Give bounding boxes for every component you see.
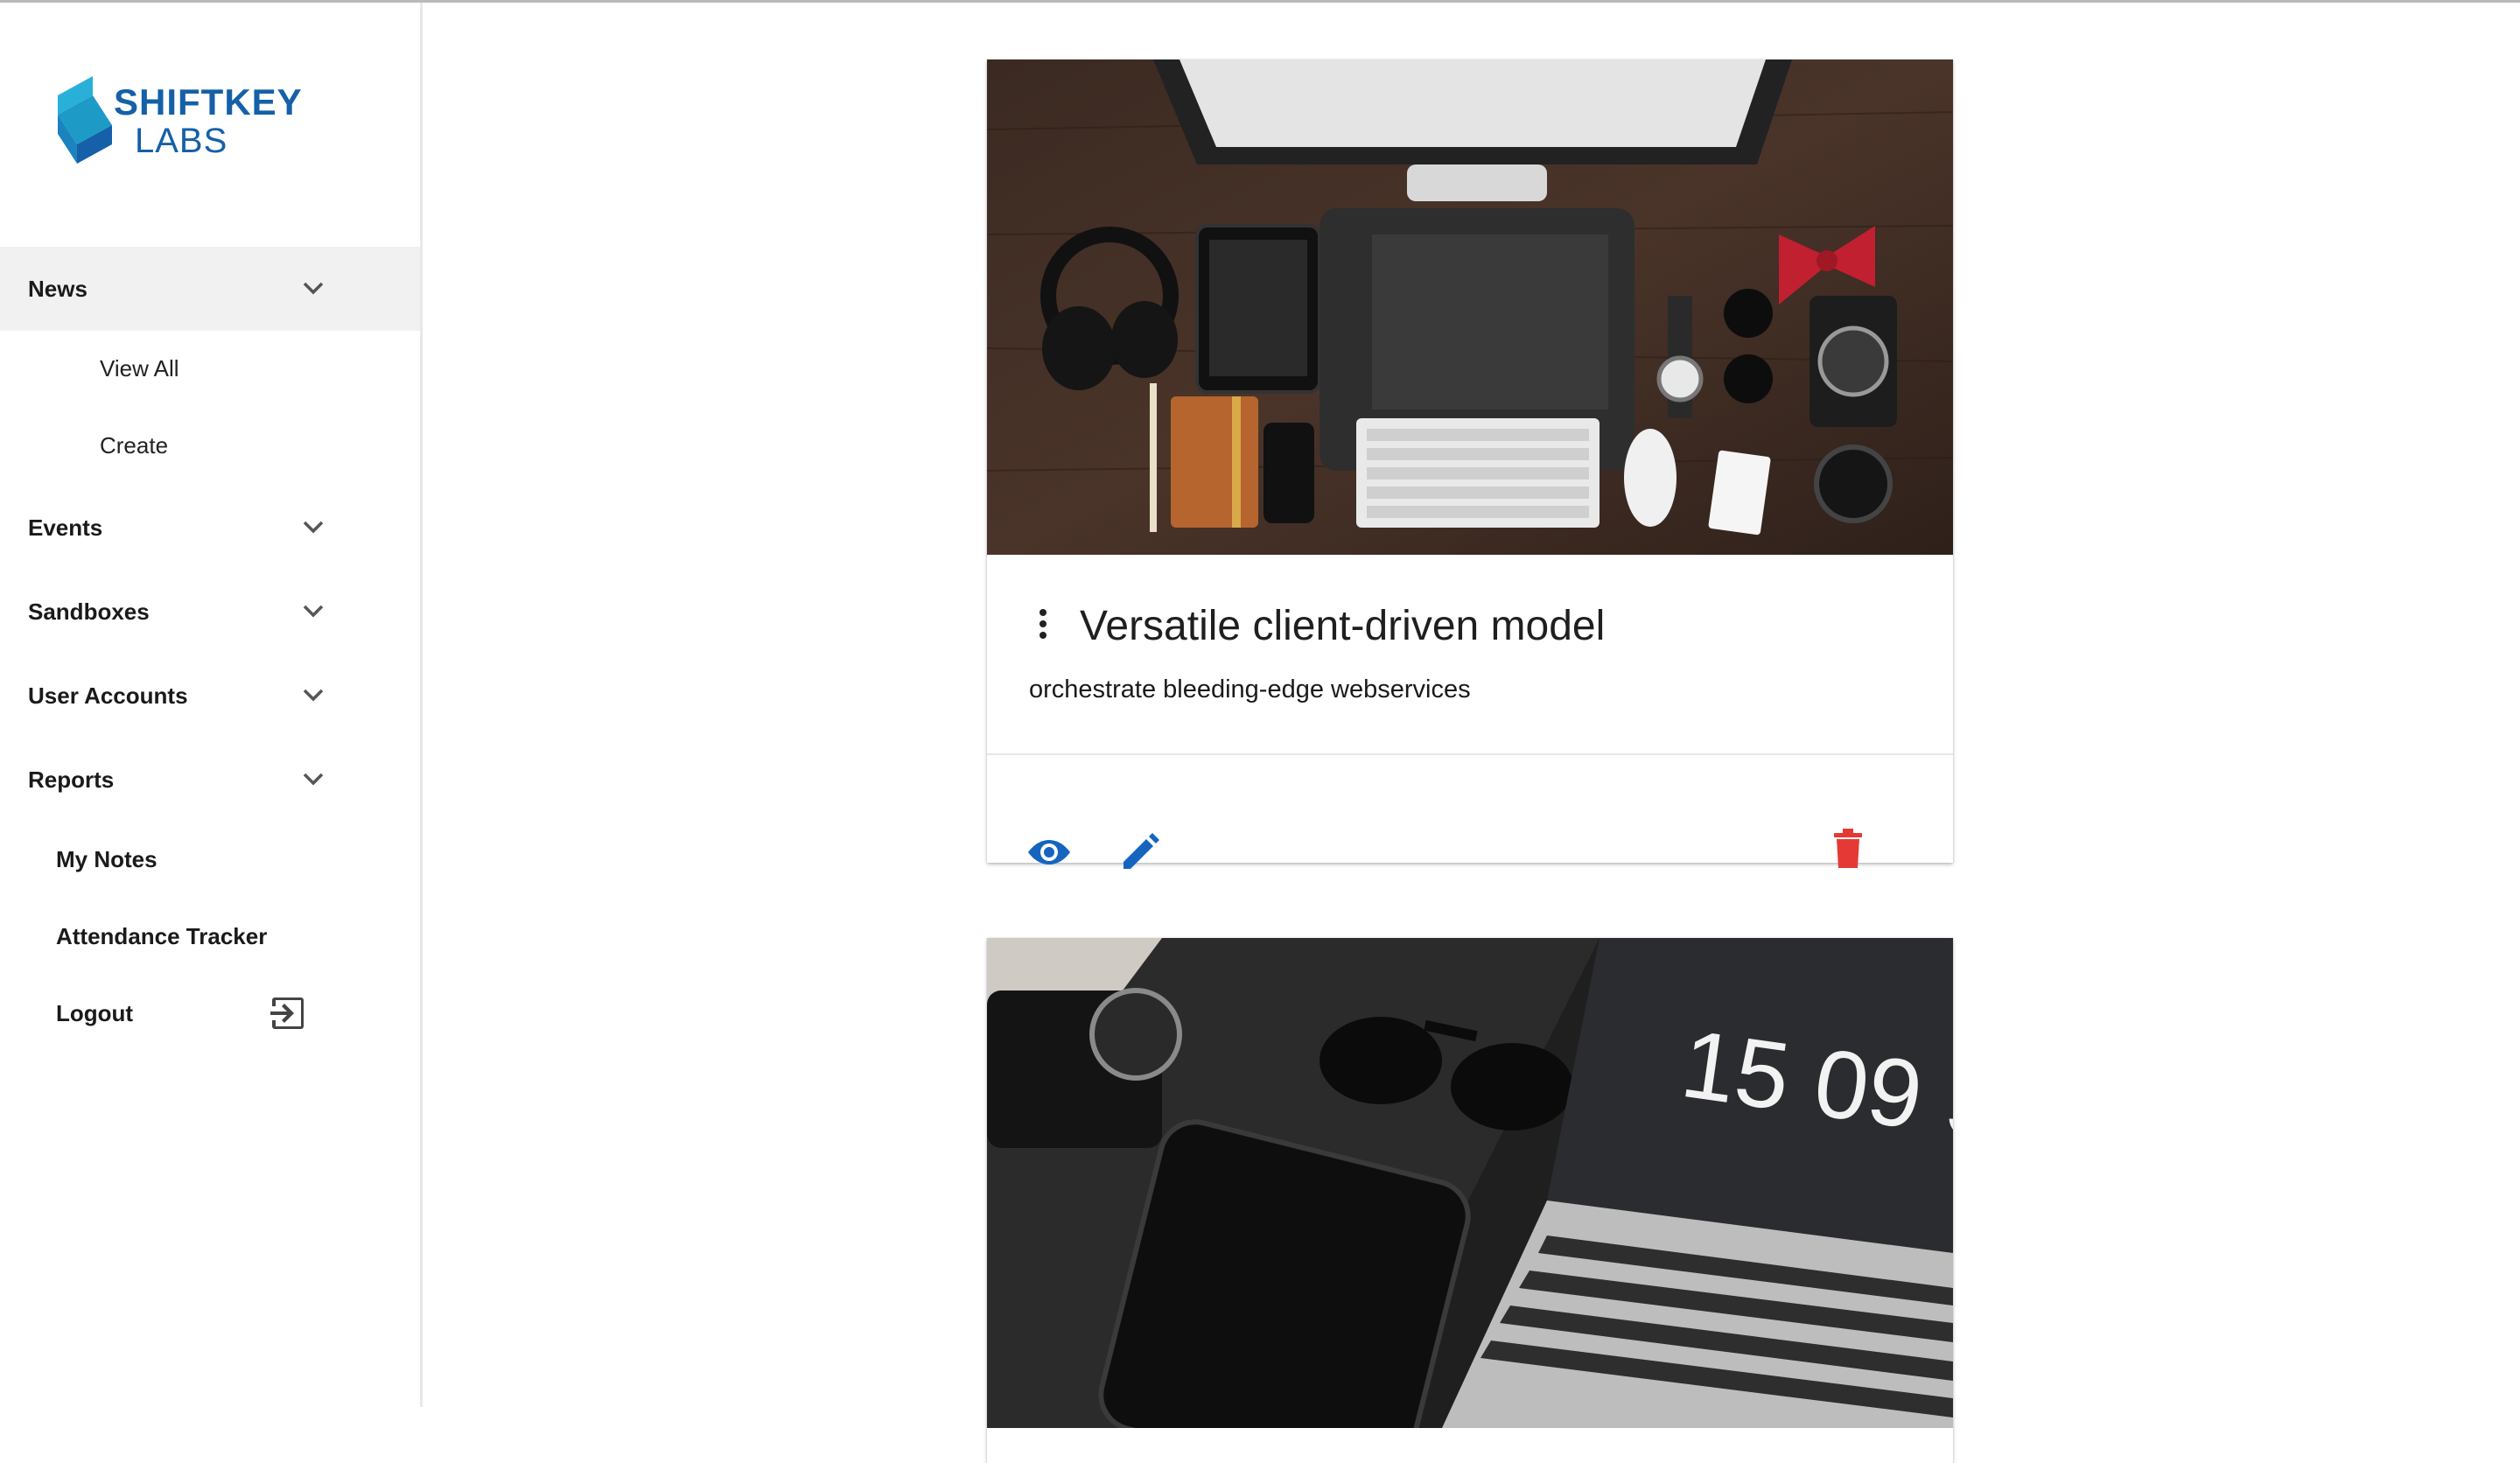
chevron-down-icon bbox=[303, 521, 324, 534]
sidebar-item-news-view-all[interactable]: View All bbox=[0, 329, 420, 408]
sidebar-item-label: Create bbox=[100, 431, 169, 458]
sidebar-item-label: Events bbox=[28, 514, 103, 541]
sidebar-item-sandboxes[interactable]: Sandboxes bbox=[0, 570, 420, 654]
brand-logo[interactable]: SHIFTKEY LABS bbox=[58, 76, 320, 190]
sidebar-item-label: View All bbox=[100, 354, 179, 382]
sidebar-item-user-accounts[interactable]: User Accounts bbox=[0, 654, 420, 738]
card-title: Versatile client-driven model bbox=[1080, 603, 1606, 649]
card-divider bbox=[987, 753, 1953, 755]
brand-name-line1: SHIFTKEY bbox=[114, 81, 303, 122]
trash-icon[interactable] bbox=[1832, 828, 1864, 870]
logout-icon bbox=[270, 998, 304, 1029]
sidebar-item-label: News bbox=[28, 275, 88, 302]
eye-icon[interactable] bbox=[1027, 835, 1071, 870]
chevron-down-icon bbox=[303, 689, 324, 702]
sidebar-item-label: Sandboxes bbox=[28, 598, 150, 625]
sidebar-item-news[interactable]: News bbox=[0, 247, 420, 331]
sidebar-item-label: My Notes bbox=[56, 845, 158, 872]
sidebar: SHIFTKEY LABS News View All Create Event… bbox=[0, 3, 423, 1407]
brand-name-line2: LABS bbox=[135, 122, 228, 160]
sidebar-item-events[interactable]: Events bbox=[0, 486, 420, 570]
logo-mark-icon bbox=[58, 76, 112, 164]
sidebar-item-news-create[interactable]: Create bbox=[0, 406, 420, 485]
card-image-laptop-clock: 15 09 5 bbox=[987, 938, 1953, 1428]
card-subtitle: orchestrate bleeding-edge webservices bbox=[1029, 676, 1471, 704]
sidebar-item-attendance-tracker[interactable]: Attendance Tracker bbox=[0, 897, 420, 976]
news-card: Versatile client-driven model orchestrat… bbox=[987, 60, 1953, 869]
more-vert-icon[interactable] bbox=[1032, 607, 1054, 642]
sidebar-item-label: User Accounts bbox=[28, 682, 188, 709]
sidebar-item-logout[interactable]: Logout bbox=[0, 974, 420, 1053]
sidebar-item-label: Attendance Tracker bbox=[56, 922, 268, 949]
chevron-down-icon bbox=[303, 773, 324, 786]
pencil-icon[interactable] bbox=[1120, 832, 1160, 872]
sidebar-item-label: Logout bbox=[56, 999, 134, 1026]
sidebar-item-label: Reports bbox=[28, 766, 115, 793]
news-card: 15 09 5 bbox=[987, 938, 1953, 1463]
chevron-down-icon bbox=[303, 282, 324, 295]
chevron-down-icon bbox=[303, 605, 324, 618]
sidebar-item-my-notes[interactable]: My Notes bbox=[0, 820, 420, 899]
sidebar-item-reports[interactable]: Reports bbox=[0, 738, 420, 822]
card-image-desk-flatlay bbox=[987, 60, 1953, 555]
